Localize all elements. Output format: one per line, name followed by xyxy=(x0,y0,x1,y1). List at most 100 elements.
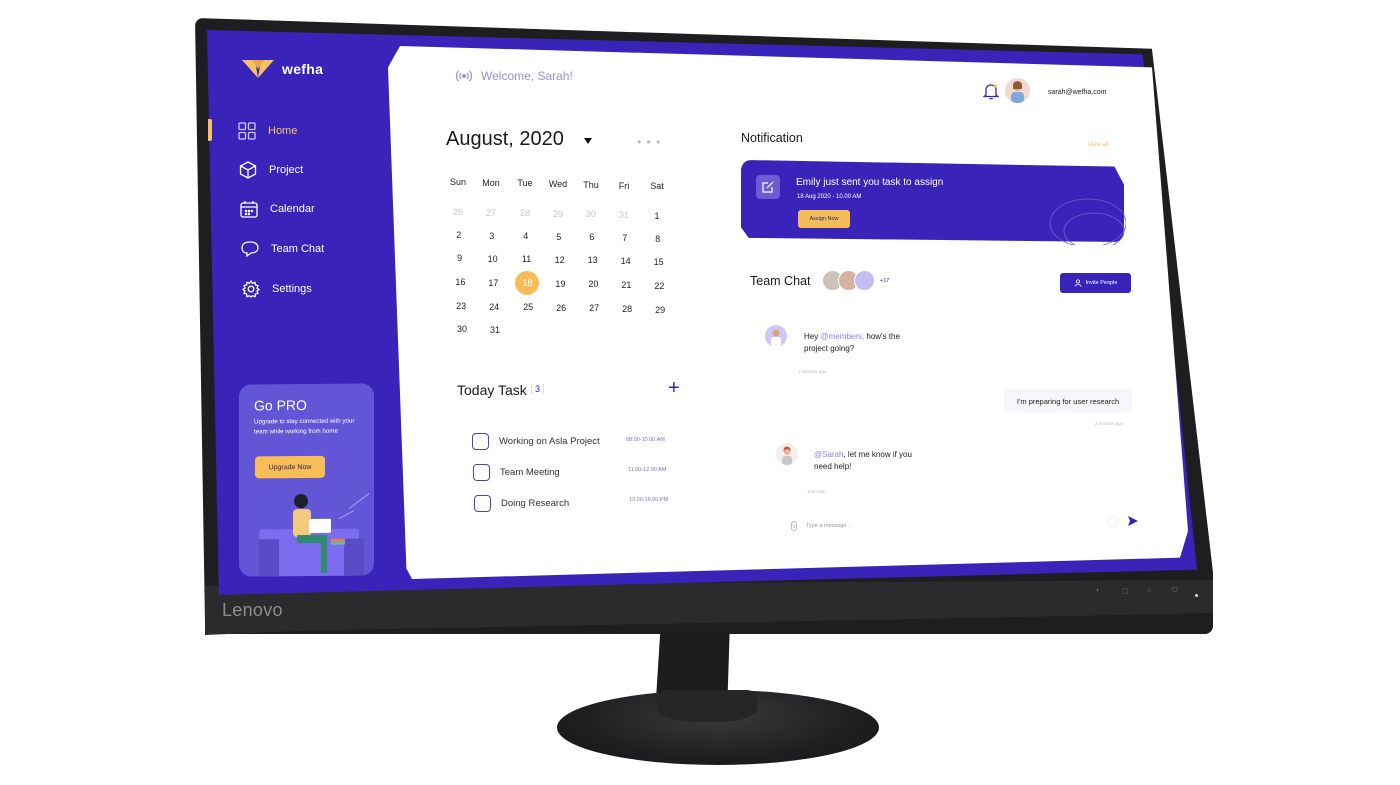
app-logo[interactable]: wefha xyxy=(242,58,323,80)
chat-message: Hey @members, how's the project going? xyxy=(804,332,900,354)
weekday-label: Wed xyxy=(548,179,568,190)
message-time: 3 minutes ago xyxy=(798,369,827,374)
message-time: Just now xyxy=(807,489,825,494)
active-nav-indicator xyxy=(208,119,212,141)
calendar-day[interactable]: 29 xyxy=(546,202,570,226)
notification-datetime: 18 Aug 2020 - 10.00 AM xyxy=(797,194,862,200)
calendar-day[interactable]: 21 xyxy=(614,273,638,297)
weekday-label: Sat xyxy=(650,181,664,192)
calendar-month-title: August, 2020 xyxy=(446,128,564,150)
member-avatars[interactable] xyxy=(822,270,875,291)
month-dropdown-caret-icon[interactable] xyxy=(584,138,592,144)
monitor-brand-logo: Lenovo xyxy=(222,600,283,620)
sidebar-item-team-chat[interactable]: Team Chat xyxy=(241,240,324,258)
task-item[interactable]: Working on Asla Project xyxy=(472,433,600,450)
calendar-day[interactable]: 30 xyxy=(450,317,474,341)
person-with-laptop-illustration xyxy=(259,493,369,577)
view-all-link[interactable]: View all xyxy=(1088,142,1109,148)
mention[interactable]: @members, xyxy=(820,332,864,341)
user-avatar[interactable] xyxy=(1005,78,1030,103)
task-checkbox[interactable] xyxy=(472,433,489,450)
task-time: 13.00-16.00 PM xyxy=(629,497,669,503)
task-checkbox[interactable] xyxy=(473,464,490,481)
calendar-day[interactable]: 8 xyxy=(646,227,670,251)
calendar-day[interactable]: 11 xyxy=(515,247,539,271)
calendar-day[interactable]: 15 xyxy=(647,250,671,274)
calendar-day[interactable]: 1 xyxy=(645,204,669,228)
task-count-badge: 3 xyxy=(531,384,545,394)
calendar-day[interactable]: 7 xyxy=(613,226,637,250)
calendar-day[interactable]: 31 xyxy=(483,318,507,342)
sidebar-item-calendar[interactable]: Calendar xyxy=(240,200,315,218)
calendar-day[interactable]: 10 xyxy=(481,247,505,271)
calendar-day[interactable]: 31 xyxy=(612,203,636,227)
calendar-day[interactable]: 24 xyxy=(482,295,506,319)
go-pro-description: Upgrade to stay connected with your team… xyxy=(254,417,355,436)
calendar-day[interactable]: 4 xyxy=(514,224,538,248)
input-button-icon[interactable]: ▢ xyxy=(1122,587,1129,595)
calendar-day[interactable]: 5 xyxy=(547,225,571,249)
calendar-day[interactable]: 17 xyxy=(481,271,505,295)
calendar-day[interactable]: 20 xyxy=(581,272,605,296)
edit-icon xyxy=(762,181,774,193)
calendar-day[interactable]: 14 xyxy=(614,249,638,273)
sidebar-item-label: Home xyxy=(268,125,298,137)
emoji-button[interactable] xyxy=(1107,516,1118,527)
broadcast-icon xyxy=(455,70,473,82)
calendar-day[interactable]: 23 xyxy=(449,294,473,318)
monitor-control-buttons[interactable]: ◐ ▢ ☼ ⏻ xyxy=(1066,584,1206,606)
calendar-day[interactable]: 3 xyxy=(480,224,504,248)
sidebar-item-project[interactable]: Project xyxy=(239,161,303,179)
power-button-icon[interactable]: ⏻ xyxy=(1172,587,1178,595)
calendar-day[interactable]: 28 xyxy=(615,297,639,321)
user-avatar-photo xyxy=(1011,81,1024,103)
calendar-day[interactable]: 30 xyxy=(579,202,603,226)
attachment-icon[interactable] xyxy=(790,521,798,531)
task-item[interactable]: Doing Research xyxy=(474,495,569,512)
assign-now-button[interactable]: Assign Now xyxy=(798,210,850,228)
invite-people-button[interactable]: Invite People xyxy=(1060,273,1131,293)
task-checkbox[interactable] xyxy=(474,495,491,512)
message-input[interactable] xyxy=(806,519,1096,533)
calendar-day[interactable]: 16 xyxy=(448,270,472,294)
calendar-day[interactable]: 29 xyxy=(648,298,672,322)
calendar-day[interactable]: 27 xyxy=(479,201,503,225)
calendar-day[interactable]: 28 xyxy=(513,201,537,225)
notification-bell-icon[interactable] xyxy=(983,82,999,100)
calendar-day[interactable]: 6 xyxy=(580,225,604,249)
sender-avatar xyxy=(765,325,787,347)
calendar-day[interactable]: 25 xyxy=(516,295,540,319)
user-email[interactable]: sarah@wefha.com xyxy=(1048,89,1106,96)
sidebar-item-settings[interactable]: Settings xyxy=(242,280,312,298)
calendar-day[interactable]: 22 xyxy=(647,274,671,298)
calendar-day[interactable]: 12 xyxy=(548,248,572,272)
upgrade-now-button[interactable]: Upgrade Now xyxy=(255,455,325,479)
sender-avatar xyxy=(776,443,798,465)
send-icon[interactable] xyxy=(1128,515,1138,527)
sidebar-item-home[interactable]: Home xyxy=(238,122,297,140)
calendar-day[interactable]: 26 xyxy=(446,200,470,224)
mention[interactable]: @Sarah xyxy=(814,450,843,459)
task-item[interactable]: Team Meeting xyxy=(473,464,560,481)
calendar-day[interactable]: 13 xyxy=(581,248,605,272)
power-led xyxy=(1195,594,1198,597)
weekday-label: Thu xyxy=(583,179,599,190)
calendar-day[interactable]: 2 xyxy=(447,223,471,247)
calendar-more-options-icon[interactable]: • • • xyxy=(637,135,661,149)
calendar-day[interactable]: 9 xyxy=(448,246,472,270)
menu-button-icon[interactable]: ◐ xyxy=(1096,587,1100,594)
sidebar-item-label: Project xyxy=(269,164,304,176)
calendar-day[interactable]: 27 xyxy=(582,296,606,320)
decorative-rings xyxy=(1049,198,1126,245)
add-user-icon xyxy=(1074,279,1081,287)
add-task-button[interactable]: + xyxy=(668,378,680,398)
notification-task-icon-box xyxy=(756,175,780,199)
chat-message-own: I'm preparing for user research xyxy=(1004,389,1132,413)
welcome-text: Welcome, Sarah! xyxy=(481,69,573,83)
calendar-day[interactable]: 26 xyxy=(549,296,573,320)
message-time: 2 minutes ago xyxy=(1095,421,1124,426)
calendar-day[interactable]: 19 xyxy=(548,272,572,296)
brightness-button-icon[interactable]: ☼ xyxy=(1146,587,1152,594)
more-members-count[interactable]: +17 xyxy=(880,278,889,284)
sidebar-item-label: Team Chat xyxy=(271,243,325,255)
